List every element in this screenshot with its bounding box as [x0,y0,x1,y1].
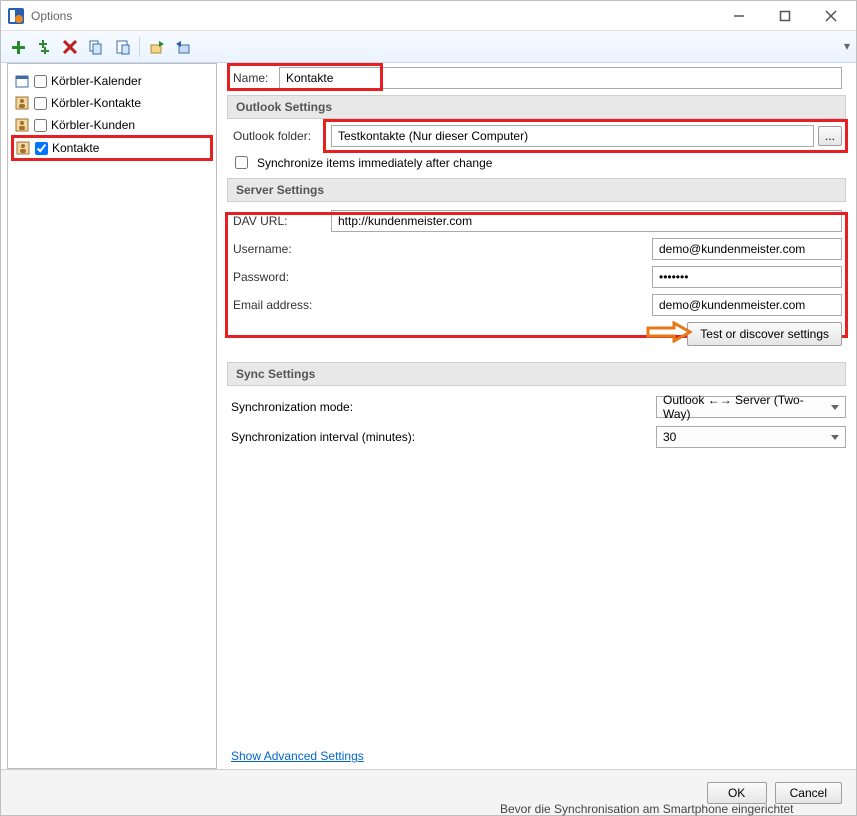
outlook-folder-label: Outlook folder: [231,129,331,143]
toolbar-import-icon[interactable] [172,36,194,58]
show-advanced-link[interactable]: Show Advanced Settings [231,749,364,763]
tree-checkbox[interactable] [35,142,48,155]
close-button[interactable] [808,2,854,30]
sync-interval-label: Synchronization interval (minutes): [231,430,656,444]
tree-item[interactable]: Körbler-Kunden [12,114,212,136]
tree-item[interactable]: Körbler-Kontakte [12,92,212,114]
tree-checkbox[interactable] [34,75,47,88]
tree-item-highlighted[interactable]: Kontakte [11,135,213,161]
sync-mode-label: Synchronization mode: [231,400,656,414]
background-text: Bevor die Synchronisation am Smartphone … [500,802,794,816]
profile-tree: Körbler-Kalender Körbler-Kontakte Körble… [7,63,217,769]
section-outlook-header: Outlook Settings [227,95,846,119]
cancel-button[interactable]: Cancel [775,782,842,804]
section-sync-header: Sync Settings [227,362,846,386]
toolbar-overflow-icon[interactable]: ▾ [844,39,850,53]
toolbar-paste-icon[interactable] [111,36,133,58]
sync-mode-select[interactable]: Outlook ←→ Server (Two-Way) [656,396,846,418]
titlebar: Options [1,1,856,31]
browse-folder-button[interactable]: ... [818,126,842,146]
sync-interval-value: 30 [663,430,676,444]
toolbar-add-multiple-icon[interactable] [33,36,55,58]
window-title: Options [31,9,72,23]
sync-mode-value: Outlook ←→ Server (Two-Way) [663,393,831,421]
email-input[interactable] [652,294,842,316]
tree-item[interactable]: Körbler-Kalender [12,70,212,92]
toolbar-copy-icon[interactable] [85,36,107,58]
section-server-header: Server Settings [227,178,846,202]
minimize-button[interactable] [716,2,762,30]
contacts-icon [15,140,31,156]
chevron-down-icon [831,435,839,440]
dav-url-input[interactable] [331,210,842,232]
tree-label: Körbler-Kontakte [51,96,141,110]
toolbar-delete-icon[interactable] [59,36,81,58]
username-label: Username: [231,242,331,256]
email-label: Email address: [231,298,331,312]
password-label: Password: [231,270,331,284]
body: Körbler-Kalender Körbler-Kontakte Körble… [7,63,850,769]
maximize-button[interactable] [762,2,808,30]
password-input[interactable] [652,266,842,288]
options-window: Options [0,0,857,816]
contacts-icon [14,117,30,133]
test-settings-button[interactable]: Test or discover settings [687,322,842,346]
tree-checkbox[interactable] [34,97,47,110]
name-label: Name: [231,71,279,85]
toolbar-separator [139,37,140,57]
tree-checkbox[interactable] [34,119,47,132]
sync-immediate-label: Synchronize items immediately after chan… [257,156,492,170]
ok-button[interactable]: OK [707,782,767,804]
contacts-icon [14,95,30,111]
toolbar-add-icon[interactable] [7,36,29,58]
toolbar: ▾ [1,31,856,63]
calendar-icon [14,73,30,89]
tree-label: Körbler-Kunden [51,118,135,132]
sync-immediate-checkbox[interactable] [235,156,248,169]
app-icon [7,7,25,25]
tree-label: Körbler-Kalender [51,74,142,88]
tree-label: Kontakte [52,141,99,155]
dav-url-label: DAV URL: [231,214,331,228]
name-input[interactable] [279,67,842,89]
sync-interval-select[interactable]: 30 [656,426,846,448]
arrow-annotation-icon [646,321,692,343]
username-input[interactable] [652,238,842,260]
content: Name: Outlook Settings Outlook folder: .… [223,63,850,769]
chevron-down-icon [831,405,839,410]
toolbar-export-icon[interactable] [146,36,168,58]
outlook-folder-input[interactable] [331,125,814,147]
